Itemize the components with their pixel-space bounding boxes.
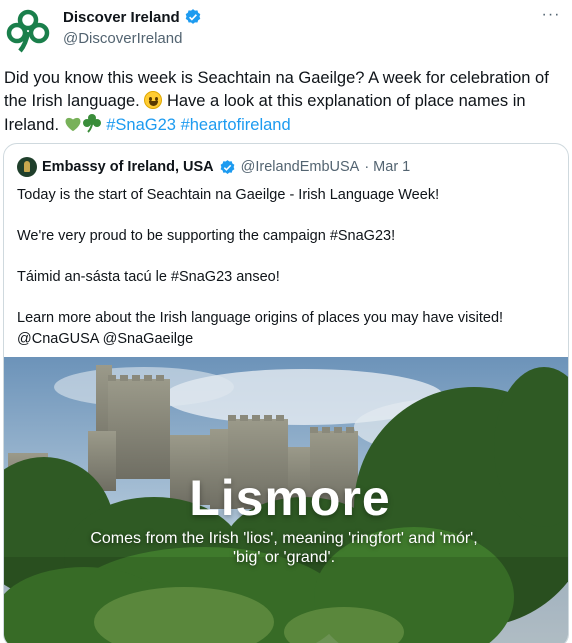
shamrock-logo-icon: [6, 9, 50, 53]
green-heart-icon: [65, 117, 81, 132]
quoted-author-avatar[interactable]: [17, 157, 37, 177]
author-name-row: Discover Ireland: [63, 8, 202, 26]
hashtag-heartofireland[interactable]: #heartofireland: [181, 116, 291, 134]
quoted-line: Táimid an-sásta tacú le #SnaG23 anseo!: [17, 269, 280, 285]
quoted-author-name[interactable]: Embassy of Ireland, USA: [42, 159, 214, 175]
tweet-text: Did you know this week is Seachtain na G…: [4, 67, 564, 137]
author-handle[interactable]: @DiscoverIreland: [63, 30, 182, 47]
verified-badge-icon: [185, 9, 200, 24]
author-name[interactable]: Discover Ireland: [63, 9, 180, 26]
quoted-tweet-image[interactable]: Lismore Comes from the Irish 'lios', mea…: [4, 357, 568, 643]
tweet: Discover Ireland @DiscoverIreland ··· Di…: [0, 0, 572, 643]
smiling-face-icon: [144, 91, 163, 109]
quoted-line: Learn more about the Irish language orig…: [17, 310, 504, 326]
quoted-line: Today is the start of Seachtain na Gaeil…: [17, 187, 440, 203]
quoted-tweet-date[interactable]: · Mar 1: [364, 159, 410, 175]
image-subtitle: Comes from the Irish 'lios', meaning 'ri…: [90, 530, 478, 566]
verified-badge-icon: [220, 159, 235, 174]
quoted-tweet-text: Today is the start of Seachtain na Gaeil…: [17, 185, 562, 349]
quoted-tweet-header: Embassy of Ireland, USA @IrelandEmbUSA ·…: [17, 157, 410, 177]
hashtag-snag23[interactable]: #SnaG23: [106, 116, 176, 134]
more-options-icon[interactable]: ···: [538, 6, 564, 24]
quoted-line: We're very proud to be supporting the ca…: [17, 228, 396, 244]
image-title: Lismore: [189, 470, 391, 526]
shamrock-icon: [82, 114, 101, 133]
quoted-mentions: @CnaGUSA @SnaGaeilge: [17, 330, 194, 347]
quoted-author-handle[interactable]: @IrelandEmbUSA: [241, 159, 360, 175]
quoted-tweet[interactable]: Embassy of Ireland, USA @IrelandEmbUSA ·…: [3, 143, 569, 643]
author-avatar[interactable]: [4, 6, 52, 54]
